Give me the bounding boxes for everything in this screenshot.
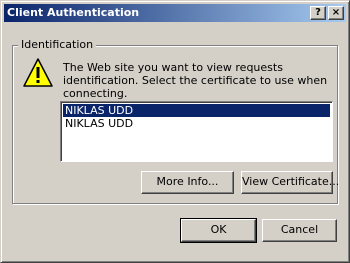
dialog-title: Client Authentication <box>7 6 140 19</box>
certificate-list-item[interactable]: NIKLAS UDD <box>63 117 330 130</box>
identification-group-label: Identification <box>18 38 97 51</box>
title-bar[interactable]: Client Authentication ? × <box>4 4 346 22</box>
ok-button[interactable]: OK <box>180 218 257 243</box>
cancel-button[interactable]: Cancel <box>262 219 337 242</box>
certificate-label: NIKLAS UDD <box>65 104 134 117</box>
certificate-list-item[interactable]: NIKLAS UDD <box>63 104 330 117</box>
warning-icon <box>23 58 53 87</box>
certificate-list[interactable]: NIKLAS UDD NIKLAS UDD <box>60 101 333 162</box>
certificate-label: NIKLAS UDD <box>65 117 134 130</box>
more-info-button[interactable]: More Info... <box>141 171 234 194</box>
view-certificate-button[interactable]: View Certificate... <box>241 171 339 194</box>
help-button[interactable]: ? <box>310 6 326 20</box>
close-button[interactable]: × <box>328 6 344 20</box>
identification-message: The Web site you want to view requests i… <box>63 61 328 100</box>
